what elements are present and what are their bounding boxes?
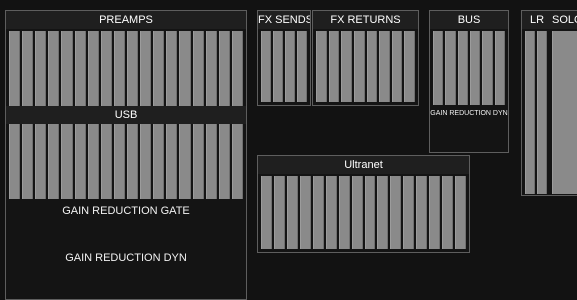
bus-panel: BUS GAIN REDUCTION DYN <box>429 10 509 153</box>
meter-bar <box>140 124 152 199</box>
meter-bar <box>166 124 178 199</box>
fx-sends-meter-strip <box>261 31 307 102</box>
meter-bar <box>218 124 230 199</box>
meter-bar <box>261 31 271 102</box>
meter-bar <box>297 31 307 102</box>
ultranet-panel: Ultranet <box>257 155 470 253</box>
solo-title: SOLO <box>552 14 577 26</box>
preamps-title: PREAMPS <box>6 11 246 29</box>
meter-bar <box>113 31 125 113</box>
preamps-meter-strip <box>9 31 243 113</box>
meter-bar <box>353 31 365 102</box>
fx-returns-title: FX RETURNS <box>313 11 418 29</box>
solo-meter <box>552 31 577 194</box>
meter-bar <box>525 31 535 194</box>
meter-bar <box>445 31 456 105</box>
fx-sends-panel: FX SENDS <box>257 10 311 106</box>
fx-returns-meter-strip <box>316 31 415 102</box>
meter-bar <box>366 31 378 102</box>
meter-bar <box>205 31 217 113</box>
meter-bar <box>231 31 243 113</box>
meter-bar <box>328 31 340 102</box>
meter-bar <box>457 31 468 105</box>
meter-bar <box>153 124 165 199</box>
meter-bar <box>299 176 311 249</box>
meter-bar <box>351 176 363 249</box>
meter-bar <box>35 31 47 113</box>
meter-bar <box>113 124 125 199</box>
meter-bar <box>390 176 402 249</box>
lr-solo-panel: LR SOLO <box>521 10 577 196</box>
meter-bar <box>179 31 191 113</box>
meter-bar <box>22 124 34 199</box>
meter-bar <box>205 124 217 199</box>
meter-bar <box>261 176 272 249</box>
meter-bar <box>61 124 73 199</box>
bus-title: BUS <box>430 11 508 29</box>
meter-bar <box>61 31 73 113</box>
meter-bar <box>442 176 454 249</box>
meter-bar <box>87 124 99 199</box>
preamps-usb-panel: PREAMPS USB GAIN REDUCTION GATE GAIN RED… <box>5 10 247 300</box>
meter-bar <box>341 31 352 102</box>
meter-bar <box>469 31 481 105</box>
meter-bar <box>286 176 298 249</box>
meter-bar <box>87 31 99 113</box>
meter-bar <box>140 31 152 113</box>
meter-bar <box>338 176 350 249</box>
meter-bar <box>404 31 415 102</box>
meter-bar <box>35 124 47 199</box>
fx-sends-title: FX SENDS <box>258 11 310 29</box>
meter-bar <box>537 31 547 194</box>
fx-returns-panel: FX RETURNS <box>312 10 419 106</box>
usb-title: USB <box>6 106 246 124</box>
lr-title: LR <box>530 14 545 26</box>
meter-bar <box>179 124 191 199</box>
bus-meter-strip <box>433 31 505 105</box>
meter-bar <box>74 31 86 113</box>
meter-bar <box>416 176 428 249</box>
meter-bar <box>153 31 165 113</box>
meter-bar <box>9 31 21 113</box>
meter-bar <box>22 31 34 113</box>
meter-bar <box>48 124 60 199</box>
meter-bar <box>9 124 21 199</box>
meter-bar <box>377 176 389 249</box>
meter-bar <box>192 31 204 113</box>
meter-bar <box>379 31 390 102</box>
gain-reduction-gate-label: GAIN REDUCTION GATE <box>62 205 190 217</box>
meter-bar <box>126 124 139 199</box>
usb-meter-strip <box>9 124 243 199</box>
meter-bar <box>100 31 112 113</box>
meter-bar <box>100 124 112 199</box>
meter-bar <box>482 31 493 105</box>
ultranet-meter-strip <box>261 176 466 249</box>
lr-solo-title-bar: LR SOLO <box>522 11 577 29</box>
meter-bar <box>494 31 505 105</box>
meter-bar <box>273 176 285 249</box>
meter-bar <box>231 124 243 199</box>
meter-bar <box>364 176 376 249</box>
ultranet-title: Ultranet <box>258 156 469 174</box>
meter-bar <box>166 31 178 113</box>
meter-bar <box>192 124 204 199</box>
meter-bar <box>403 176 415 249</box>
meter-bar <box>316 31 327 102</box>
meter-bar <box>48 31 60 113</box>
meter-bar <box>126 31 139 113</box>
bus-gain-reduction-dyn-label: GAIN REDUCTION DYN <box>430 110 508 117</box>
meter-bar <box>325 176 337 249</box>
meter-bar <box>455 176 466 249</box>
lr-meter-strip <box>525 31 547 194</box>
meter-bar <box>391 31 403 102</box>
gain-reduction-dyn-label: GAIN REDUCTION DYN <box>65 252 187 264</box>
meter-bar <box>285 31 295 102</box>
meter-bar <box>429 176 441 249</box>
meter-bar <box>433 31 444 105</box>
meter-bar <box>74 124 86 199</box>
meter-bar <box>218 31 230 113</box>
meter-bar <box>273 31 283 102</box>
meter-bar <box>312 176 324 249</box>
